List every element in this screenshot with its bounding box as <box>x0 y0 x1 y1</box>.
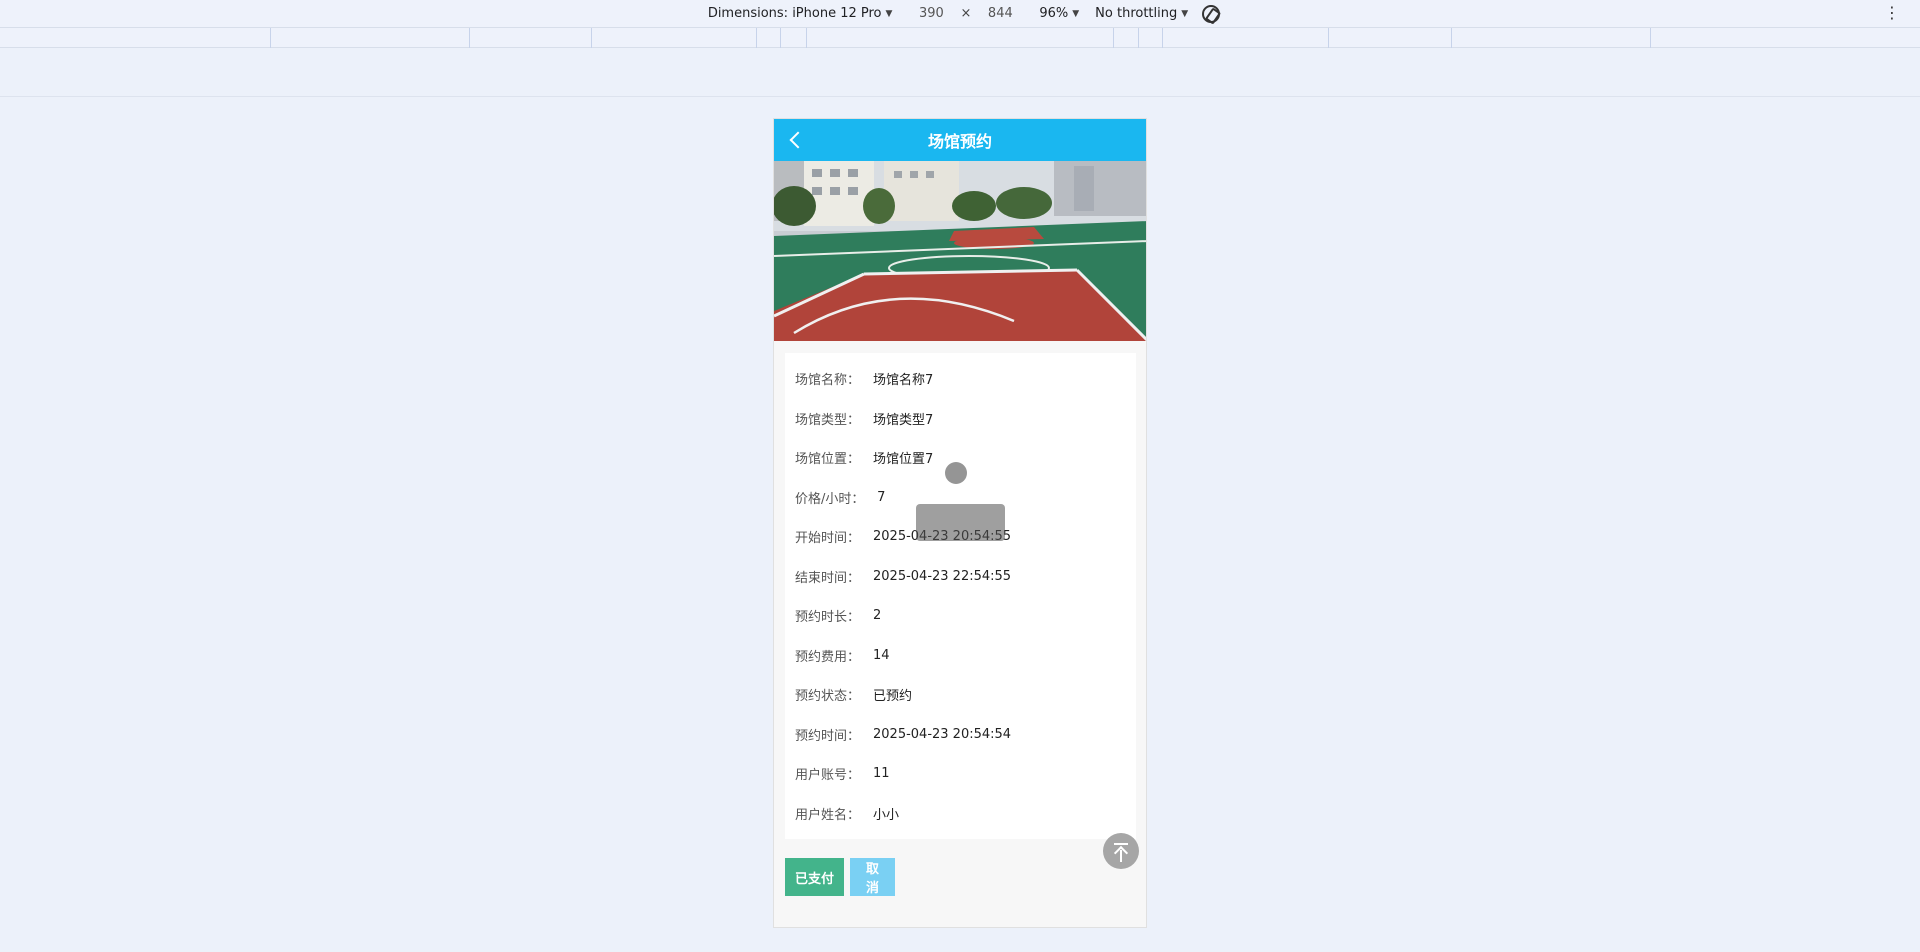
booking-details: 场馆名称： 场馆名称7 场馆类型： 场馆类型7 场馆位置： 场馆位置7 价格/小… <box>785 353 1136 839</box>
detail-value: 11 <box>873 766 890 782</box>
cancel-button[interactable]: 取消 <box>850 858 895 896</box>
viewport-height-input[interactable]: 844 <box>977 6 1023 21</box>
detail-row: 场馆类型： 场馆类型7 <box>785 399 1136 439</box>
detail-label: 结束时间： <box>795 570 861 586</box>
detail-row: 预约时间： 2025-04-23 20:54:54 <box>785 715 1136 755</box>
detail-row: 用户姓名： 小小 <box>785 794 1136 834</box>
detail-value: 场馆类型7 <box>873 412 934 428</box>
detail-value: 场馆位置7 <box>873 452 934 468</box>
times-separator: × <box>960 6 972 21</box>
detail-row: 预约费用： 14 <box>785 636 1136 676</box>
chevron-down-icon: ▼ <box>1181 8 1189 19</box>
detail-label: 用户账号： <box>795 768 861 784</box>
device-selector[interactable]: Dimensions: iPhone 12 Pro ▼ <box>708 6 893 21</box>
detail-row: 场馆名称： 场馆名称7 <box>785 359 1136 399</box>
basketball-court-image <box>774 161 1146 341</box>
devtools-gap <box>0 48 1920 97</box>
devtools-device-toolbar: Dimensions: iPhone 12 Pro ▼ 390 × 844 96… <box>0 0 1920 28</box>
detail-label: 用户姓名： <box>795 807 861 823</box>
detail-label: 价格/小时： <box>795 491 865 507</box>
detail-label: 场馆类型： <box>795 412 861 428</box>
detail-value: 小小 <box>873 807 900 823</box>
detail-row: 用户账号： 11 <box>785 754 1136 794</box>
device-dimensions-label: Dimensions: iPhone 12 Pro <box>707 6 882 21</box>
chevron-down-icon: ▼ <box>885 8 893 19</box>
back-to-top-stem <box>1120 850 1122 862</box>
action-bar: 已支付 取消 <box>785 858 1146 896</box>
detail-label: 预约时间： <box>795 728 861 744</box>
chevron-down-icon: ▼ <box>1072 8 1080 19</box>
detail-row: 结束时间： 2025-04-23 22:54:55 <box>785 557 1136 597</box>
detail-row: 预约时长： 2 <box>785 596 1136 636</box>
detail-row: 预约状态： 已预约 <box>785 675 1136 715</box>
zoom-label: 96% <box>1039 6 1069 21</box>
rotate-icon[interactable] <box>1202 4 1221 23</box>
viewport-width-input[interactable]: 390 <box>908 6 954 21</box>
detail-label: 预约时长： <box>795 610 861 626</box>
more-options-icon[interactable]: ⋮ <box>1884 4 1900 22</box>
media-query-ruler <box>0 28 1920 48</box>
detail-value: 场馆名称7 <box>873 373 934 389</box>
detail-label: 预约费用： <box>795 649 861 665</box>
detail-label: 开始时间： <box>795 531 861 547</box>
touch-cursor-icon <box>945 462 967 484</box>
detail-label: 场馆位置： <box>795 452 861 468</box>
detail-label: 预约状态： <box>795 689 861 705</box>
page-title: 场馆预约 <box>927 132 992 151</box>
detail-value: 7 <box>873 489 886 505</box>
throttling-selector[interactable]: No throttling ▼ <box>1095 6 1188 21</box>
zoom-selector[interactable]: 96% ▼ <box>1039 6 1079 21</box>
detail-value: 2025-04-23 22:54:55 <box>873 568 1012 584</box>
detail-value: 2025-04-23 20:54:54 <box>873 726 1012 742</box>
back-arrow-icon[interactable] <box>784 129 806 151</box>
detail-value: 14 <box>873 647 890 663</box>
paid-button[interactable]: 已支付 <box>785 858 844 896</box>
detail-label: 场馆名称： <box>795 373 861 389</box>
detail-value: 已预约 <box>873 689 913 705</box>
nav-bar: 场馆预约 <box>774 119 1146 161</box>
detail-value: 2 <box>873 608 882 624</box>
toast-overlay <box>916 504 1005 541</box>
throttling-label: No throttling <box>1095 6 1178 21</box>
